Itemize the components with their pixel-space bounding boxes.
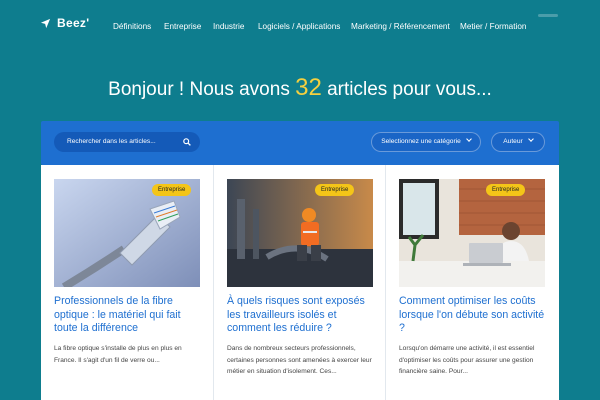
search-box[interactable]: Rechercher dans les articles... <box>54 132 200 152</box>
hero-heading: Bonjour ! Nous avons 32 articles pour vo… <box>0 74 600 102</box>
articles-grid: Entreprise Professionnels de la fibre op… <box>41 165 559 400</box>
category-badge[interactable]: Entreprise <box>315 184 355 196</box>
article-image-home-office[interactable] <box>399 179 545 287</box>
author-select[interactable]: Auteur <box>491 132 545 152</box>
menu-item-entreprise[interactable]: Entreprise <box>164 22 201 31</box>
article-title[interactable]: Professionnels de la fibre optique : le … <box>54 295 204 336</box>
menu-divider <box>538 14 558 17</box>
menu-item-logiciels[interactable]: Logiciels / Applications <box>258 22 340 31</box>
filter-bar: Rechercher dans les articles... Selectio… <box>41 121 559 165</box>
menu-item-metier[interactable]: Metier / Formation <box>460 22 526 31</box>
article-card[interactable]: Entreprise Comment optimiser les coûts l… <box>385 165 557 400</box>
chevron-down-icon <box>465 136 472 142</box>
article-excerpt: La fibre optique s'installe de plus en p… <box>54 345 182 364</box>
hero-text-after: articles pour vous... <box>327 79 492 100</box>
main-menu: Définitions Entreprise Industrie Logicie… <box>0 22 600 34</box>
article-excerpt: Dans de nombreux secteurs professionnels… <box>227 345 372 376</box>
article-excerpt: Lorsqu'on démarre une activité, il est e… <box>399 345 535 376</box>
chevron-down-icon <box>527 136 534 142</box>
article-card[interactable]: Entreprise Professionnels de la fibre op… <box>41 165 213 400</box>
article-title[interactable]: Comment optimiser les coûts lorsque l'on… <box>399 295 549 336</box>
menu-item-industrie[interactable]: Industrie <box>213 22 244 31</box>
top-navigation: Beez' Définitions Entreprise Industrie L… <box>0 0 600 52</box>
category-badge[interactable]: Entreprise <box>486 184 526 196</box>
category-badge[interactable]: Entreprise <box>152 184 192 196</box>
menu-item-definitions[interactable]: Définitions <box>113 22 151 31</box>
article-image-worker[interactable] <box>227 179 373 287</box>
hero-text-before: Bonjour ! Nous avons <box>108 79 290 100</box>
author-select-label: Auteur <box>503 138 523 145</box>
menu-item-marketing[interactable]: Marketing / Référencement <box>351 22 450 31</box>
article-title[interactable]: À quels risques sont exposés les travail… <box>227 295 377 336</box>
search-input[interactable]: Rechercher dans les articles... <box>67 132 177 152</box>
category-select[interactable]: Selectionnez une catégorie <box>371 132 481 152</box>
category-select-label: Selectionnez une catégorie <box>381 138 461 145</box>
article-count: 32 <box>295 74 322 101</box>
search-icon[interactable] <box>183 138 191 146</box>
article-card[interactable]: Entreprise À quels risques sont exposés … <box>213 165 385 400</box>
